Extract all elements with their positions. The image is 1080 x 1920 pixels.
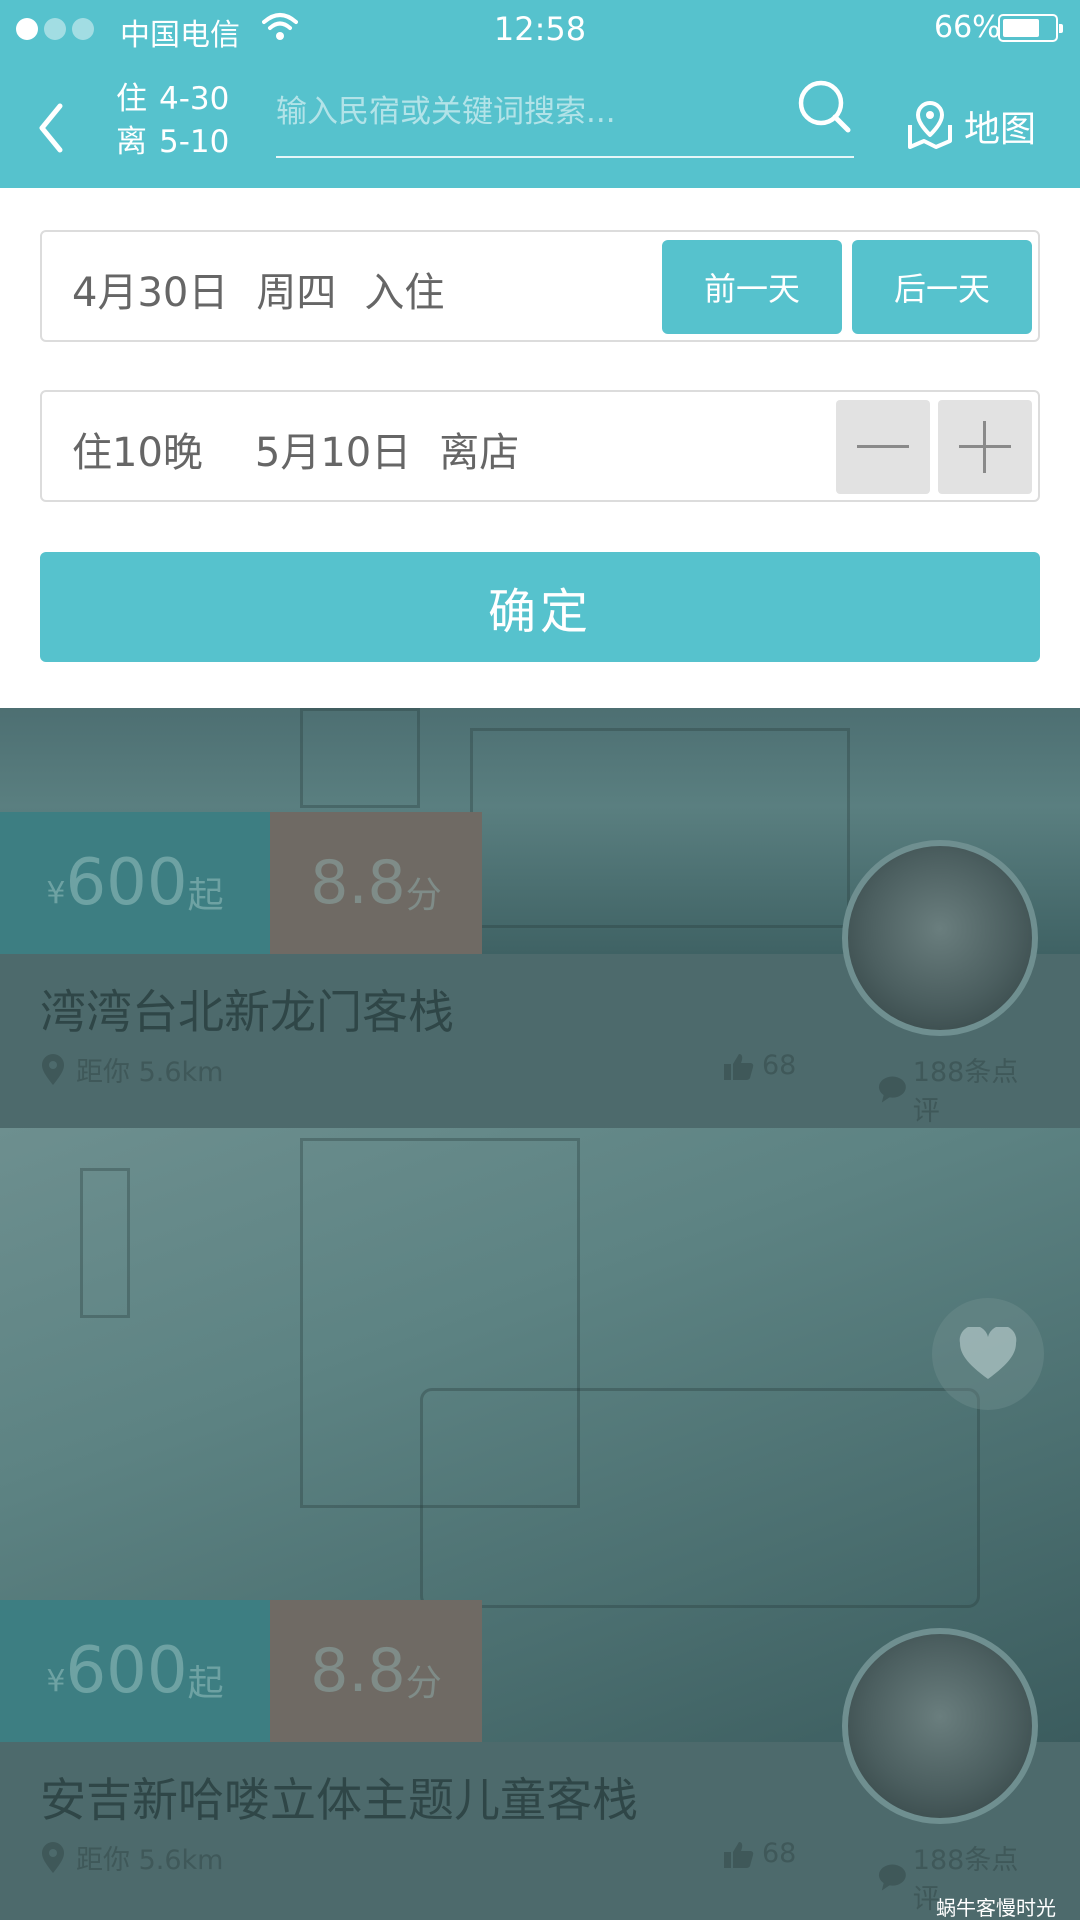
likes[interactable]: 68 <box>724 1050 796 1081</box>
likes-count: 68 <box>762 1838 797 1869</box>
date-summary[interactable]: 住 4-30 离 5-10 <box>116 78 229 164</box>
heart-icon <box>959 1327 1017 1379</box>
score-tag: 8.8 分 <box>270 812 482 954</box>
map-label: 地图 <box>964 109 1037 150</box>
price-suffix: 起 <box>187 1663 224 1704</box>
stay-nights: 住10晚 <box>72 430 203 476</box>
price-suffix: 起 <box>187 875 224 916</box>
distance: 距你 5.6km <box>40 1838 223 1877</box>
score-tag: 8.8 分 <box>270 1600 482 1742</box>
battery-percent: 66% <box>934 10 1001 45</box>
checkin-row: 4月30日 周四 入住 前一天 后一天 <box>40 230 1040 342</box>
price-value: 600 <box>65 1634 188 1708</box>
likes-count: 68 <box>762 1050 797 1081</box>
likes[interactable]: 68 <box>724 1838 796 1869</box>
header: 中国电信 12:58 66% 住 4-30 离 5-10 输入民宿或关键词搜索.… <box>0 0 1080 188</box>
price-tag: ¥600 起 <box>0 812 270 954</box>
checkout-text: 住10晚 5月10日 离店 <box>72 420 547 478</box>
reviews-count: 188条点评 <box>912 1057 1019 1127</box>
checkout-key: 离 <box>116 124 147 160</box>
thumbs-up-icon <box>724 1053 754 1080</box>
location-pin-icon <box>42 1841 64 1873</box>
distance-text: 距你 5.6km <box>76 1057 224 1088</box>
location-pin-icon <box>42 1053 64 1085</box>
listing-card[interactable]: ¥600 起 8.8 分 安吉新哈喽立体主题儿童客栈 距你 5.6km 68 188… <box>0 1128 1080 1920</box>
date-picker-panel: 4月30日 周四 入住 前一天 后一天 住10晚 5月10日 离店 确定 <box>0 188 1080 708</box>
reviews[interactable]: 188条点评 <box>878 1050 1040 1128</box>
checkin-action: 入住 <box>364 270 445 316</box>
checkout-row: 住10晚 5月10日 离店 <box>40 390 1040 502</box>
host-avatar[interactable] <box>842 1628 1038 1824</box>
confirm-button[interactable]: 确定 <box>40 552 1040 662</box>
search-input[interactable] <box>276 88 756 136</box>
score-suffix: 分 <box>405 1663 442 1704</box>
nav-bar: 住 4-30 离 5-10 地图 <box>0 58 1080 188</box>
search-icon[interactable] <box>796 78 854 136</box>
listing-card[interactable]: ¥600 起 8.8 分 湾湾台北新龙门客栈 距你 5.6km 68 188条点评 <box>0 708 1080 1128</box>
minus-icon <box>857 445 909 448</box>
price-value: 600 <box>65 846 188 920</box>
search-bar[interactable] <box>276 72 854 158</box>
back-icon[interactable] <box>30 98 74 158</box>
listing-title: 安吉新哈喽立体主题儿童客栈 <box>40 1773 638 1827</box>
score-suffix: 分 <box>405 875 442 916</box>
checkin-date: 4月30日 <box>72 270 229 316</box>
map-button[interactable]: 地图 <box>906 100 1036 152</box>
favorite-button[interactable] <box>932 1298 1044 1410</box>
score-value: 8.8 <box>310 1636 406 1706</box>
checkout-date: 5月10日 <box>254 430 412 476</box>
host-avatar[interactable] <box>842 840 1038 1036</box>
increase-nights-button[interactable] <box>938 400 1032 494</box>
comment-icon <box>878 1864 906 1891</box>
checkin-value: 4-30 <box>159 81 230 117</box>
price-tag: ¥600 起 <box>0 1600 270 1742</box>
watermark: 蜗牛客慢时光 <box>936 1896 1056 1920</box>
map-pin-icon <box>908 101 952 149</box>
listing-title: 湾湾台北新龙门客栈 <box>40 985 454 1039</box>
checkout-value: 5-10 <box>159 124 230 160</box>
clock: 12:58 <box>493 10 587 48</box>
thumbs-up-icon <box>724 1841 754 1868</box>
next-day-button[interactable]: 后一天 <box>852 240 1032 334</box>
distance-text: 距你 5.6km <box>76 1845 224 1876</box>
comment-icon <box>878 1076 906 1103</box>
distance: 距你 5.6km <box>40 1050 223 1089</box>
checkout-action: 离店 <box>439 430 520 476</box>
prev-day-button[interactable]: 前一天 <box>662 240 842 334</box>
plus-icon <box>959 421 1011 473</box>
battery-icon <box>998 14 1063 42</box>
checkin-text: 4月30日 周四 入住 <box>72 260 472 318</box>
score-value: 8.8 <box>310 848 406 918</box>
checkin-weekday: 周四 <box>256 270 337 316</box>
price-symbol: ¥ <box>46 1663 66 1699</box>
status-bar: 中国电信 12:58 66% <box>0 0 1080 58</box>
checkin-key: 住 <box>116 81 147 117</box>
decrease-nights-button[interactable] <box>836 400 930 494</box>
listings-overlay: ¥600 起 8.8 分 湾湾台北新龙门客栈 距你 5.6km 68 188条点评 <box>0 708 1080 1920</box>
price-symbol: ¥ <box>46 875 66 911</box>
